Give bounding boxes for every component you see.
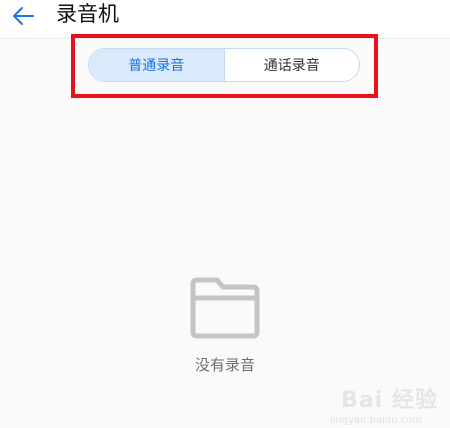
app-bar: 录音机 [0, 0, 450, 39]
recording-type-tabs: 普通录音 通话录音 [88, 48, 360, 82]
empty-state-text: 没有录音 [194, 356, 255, 374]
arrow-left-icon [13, 7, 34, 25]
back-button[interactable] [6, 0, 40, 32]
watermark-logo: Bai 经验 [341, 388, 438, 413]
recorder-screen: 录音机 普通录音 通话录音 没有录音 Bai 经验 jingyan.baidu.… [0, 0, 450, 428]
tab-normal-recording[interactable]: 普通录音 [89, 49, 224, 81]
empty-state: 没有录音 [0, 276, 450, 375]
folder-icon [190, 277, 260, 339]
tab-call-recording[interactable]: 通话录音 [223, 49, 360, 81]
watermark: Bai 经验 jingyan.baidu.com [330, 382, 438, 426]
page-title: 录音机 [56, 2, 119, 26]
watermark-url: jingyan.baidu.com [329, 415, 422, 426]
